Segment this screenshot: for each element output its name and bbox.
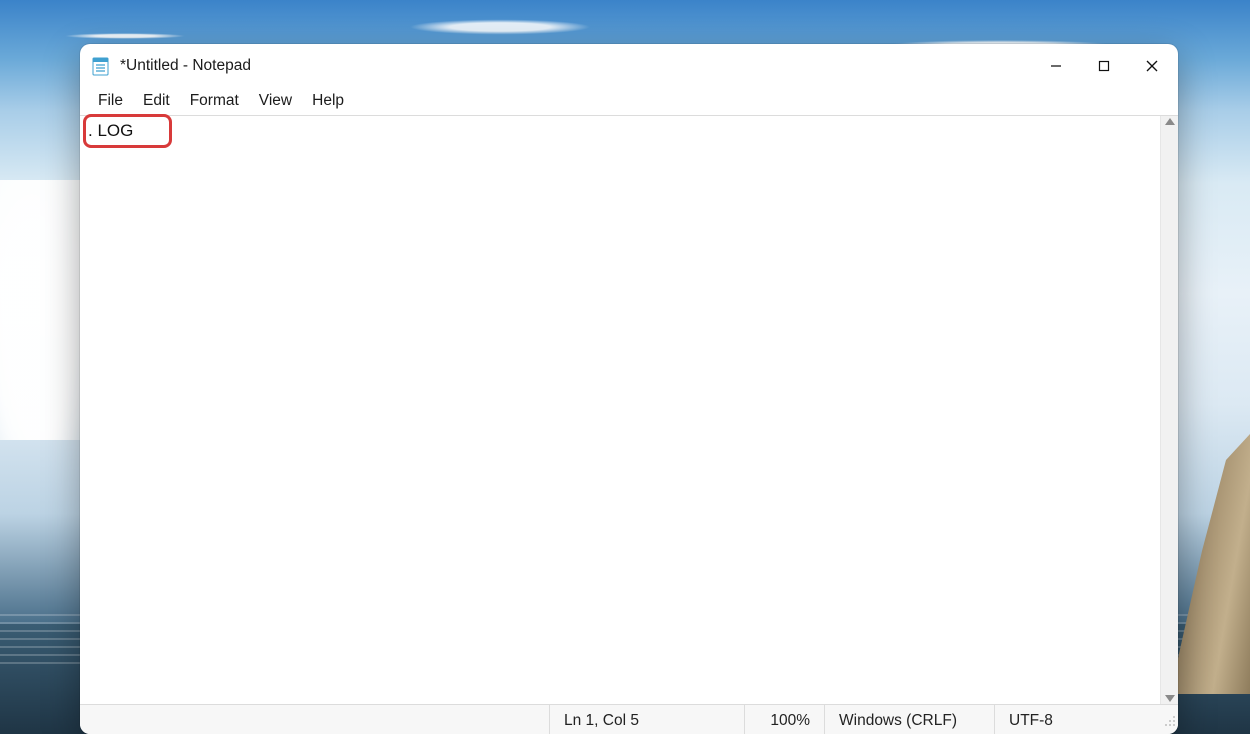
resize-grip-icon[interactable] [1164,714,1178,734]
menu-view[interactable]: View [249,90,302,112]
notepad-window: *Untitled - Notepad File Edit Format Vie… [80,44,1178,734]
wallpaper-rock [1170,434,1250,694]
status-encoding: UTF-8 [994,705,1164,734]
status-bar: Ln 1, Col 5 100% Windows (CRLF) UTF-8 [80,704,1178,734]
menu-format[interactable]: Format [180,90,249,112]
minimize-button[interactable] [1032,44,1080,88]
status-zoom: 100% [744,705,824,734]
menu-edit[interactable]: Edit [133,90,180,112]
status-line-ending: Windows (CRLF) [824,705,994,734]
window-title: *Untitled - Notepad [120,57,251,75]
vertical-scrollbar[interactable] [1160,116,1178,704]
close-button[interactable] [1128,44,1176,88]
maximize-button[interactable] [1080,44,1128,88]
menu-bar: File Edit Format View Help [80,88,1178,116]
menu-help[interactable]: Help [302,90,354,112]
scroll-down-icon[interactable] [1165,695,1175,702]
text-editor[interactable] [80,116,1160,704]
status-cursor-position: Ln 1, Col 5 [549,705,744,734]
notepad-app-icon [92,56,110,76]
title-bar[interactable]: *Untitled - Notepad [80,44,1178,88]
scroll-up-icon[interactable] [1165,118,1175,125]
menu-file[interactable]: File [88,90,133,112]
wallpaper-cloud-left [0,180,80,440]
editor-area [80,116,1178,704]
